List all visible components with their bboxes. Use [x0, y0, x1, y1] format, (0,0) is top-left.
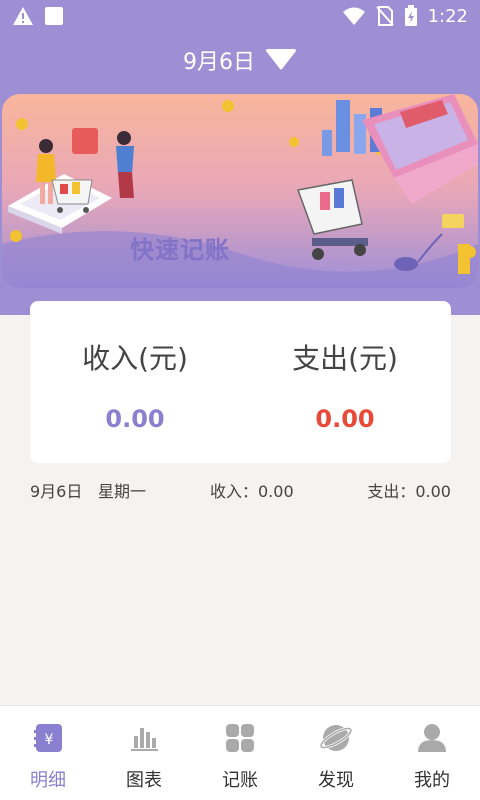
day-weekday: 星期一: [98, 482, 147, 501]
square-icon: [45, 7, 63, 25]
warning-icon: [13, 7, 33, 25]
summary-card: 收入(元) 0.00 支出(元) 0.00: [30, 301, 451, 463]
income-column: 收入(元) 0.00: [30, 337, 240, 433]
header: 1:22 9月6日 快速记账: [0, 0, 480, 315]
date-label: 9月6日: [183, 50, 255, 75]
status-bar: 1:22: [0, 0, 480, 32]
triangle-down-icon: [266, 49, 296, 70]
grid-icon: [226, 724, 254, 752]
person-icon: [418, 724, 446, 752]
day-expense: 支出：0.00: [367, 482, 451, 501]
expense-column: 支出(元) 0.00: [240, 337, 450, 433]
svg-text:¥: ¥: [45, 732, 54, 748]
day-date: 9月6日: [30, 482, 83, 501]
income-label: 收入(元): [82, 342, 188, 375]
expense-value: 0.00: [315, 405, 375, 433]
notebook-yen-icon: ¥: [34, 724, 62, 752]
tab-discover-label: 发现: [318, 770, 354, 791]
banner-illustration: [2, 94, 478, 288]
tab-mine[interactable]: 我的: [384, 706, 480, 800]
battery-icon: [404, 5, 417, 26]
expense-label: 支出(元): [292, 342, 398, 375]
banner-title: 快速记账: [130, 236, 230, 264]
tab-details-label: 明细: [30, 770, 66, 791]
tab-charts[interactable]: 图表: [96, 706, 192, 800]
day-summary-row: 9月6日 星期一 收入：0.00 支出：0.00: [30, 478, 451, 501]
tab-mine-label: 我的: [414, 770, 450, 791]
wifi-icon: [342, 7, 365, 25]
tab-bookkeeping-label: 记账: [222, 770, 258, 791]
income-value: 0.00: [105, 405, 165, 433]
tab-discover[interactable]: 发现: [288, 706, 384, 800]
status-time: 1:22: [427, 5, 468, 27]
tab-details[interactable]: ¥ 明细: [0, 706, 96, 800]
quick-bookkeeping-banner[interactable]: 快速记账: [2, 94, 478, 288]
tab-bookkeeping[interactable]: 记账: [192, 706, 288, 800]
bar-chart-icon: [131, 728, 158, 751]
day-income: 收入：0.00: [210, 482, 294, 501]
planet-icon: [319, 725, 353, 751]
date-selector[interactable]: 9月6日: [0, 44, 480, 76]
bottom-tab-bar: ¥ 明细 图表 记账 发现 我的: [0, 705, 480, 800]
tab-charts-label: 图表: [126, 770, 162, 791]
no-sim-icon: [375, 6, 394, 26]
